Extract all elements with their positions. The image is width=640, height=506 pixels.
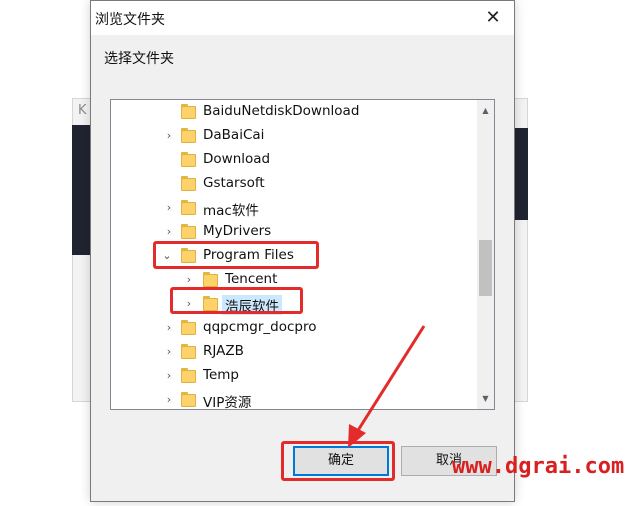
watermark-text: www.dgrai.com <box>452 454 625 479</box>
annotation-arrow-icon <box>348 325 426 448</box>
